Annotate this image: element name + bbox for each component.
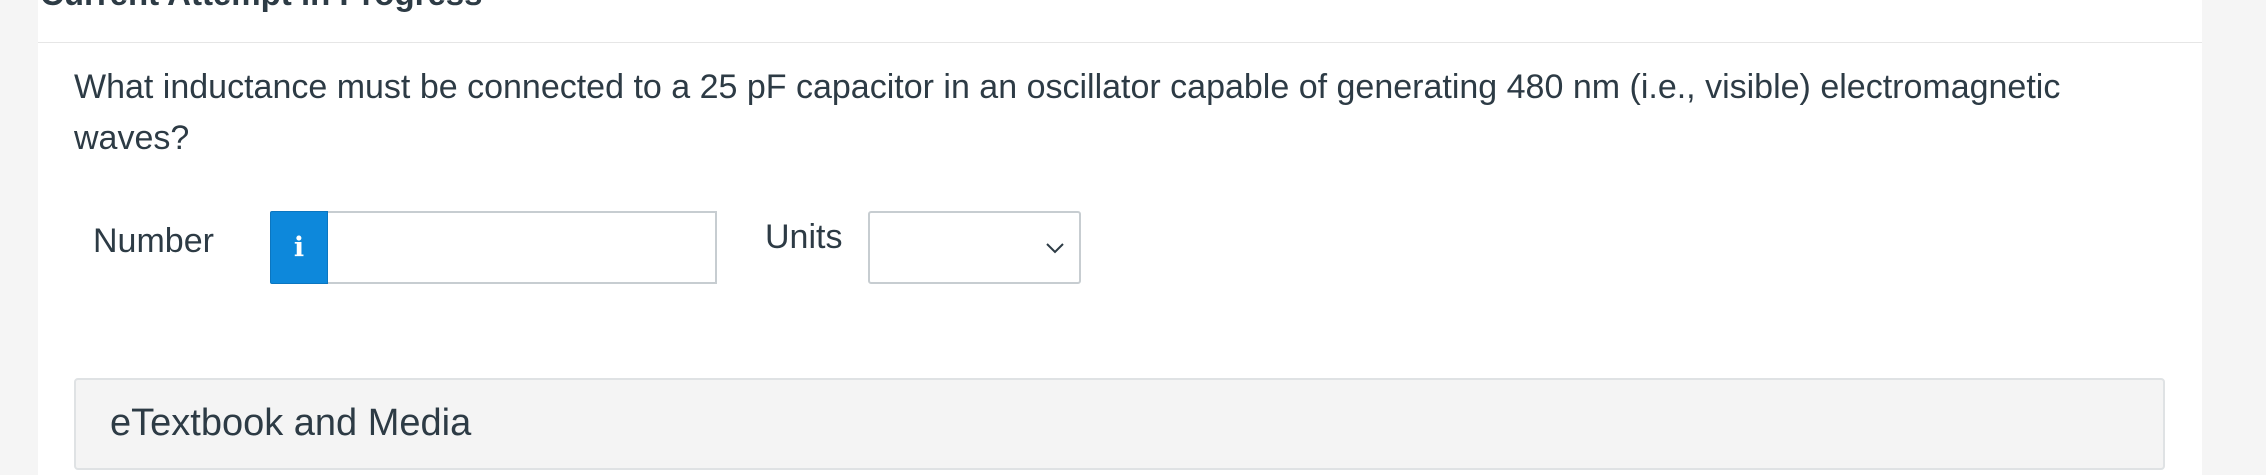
- etextbook-media-label: eTextbook and Media: [110, 402, 472, 444]
- question-panel: Current Attempt in Progress What inducta…: [38, 0, 2202, 475]
- panel-header: Current Attempt in Progress: [38, 0, 2202, 43]
- question-text: What inductance must be connected to a 2…: [74, 68, 2061, 157]
- number-input[interactable]: [328, 211, 717, 284]
- number-label: Number: [93, 222, 214, 260]
- info-button[interactable]: i: [270, 211, 328, 284]
- units-label: Units: [765, 218, 843, 256]
- chevron-down-icon: [1046, 243, 1064, 254]
- etextbook-media-toggle[interactable]: eTextbook and Media: [74, 378, 2165, 470]
- info-icon: i: [293, 232, 305, 263]
- units-select[interactable]: [868, 211, 1081, 284]
- page-title: Current Attempt in Progress: [40, 0, 483, 13]
